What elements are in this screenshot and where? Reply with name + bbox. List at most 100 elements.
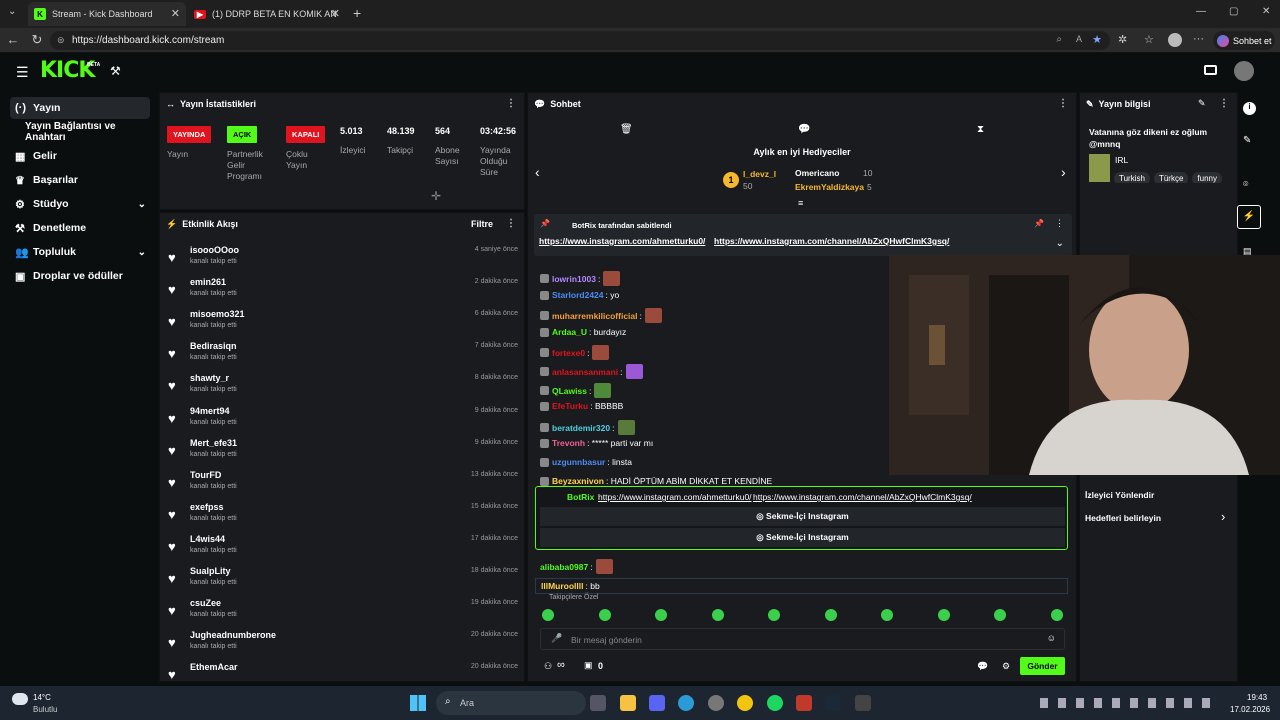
- site-info-icon[interactable]: ⊜: [57, 35, 65, 46]
- sidebar-item-achievements[interactable]: ♛ Başarılar: [10, 169, 150, 191]
- zoom-icon[interactable]: ⌕: [1056, 34, 1062, 45]
- app-icon[interactable]: [855, 695, 871, 711]
- activity-row[interactable]: ♥ SualpLity kanalı takip etti 18 dakika …: [168, 566, 518, 594]
- resize-handle-icon[interactable]: ✛: [431, 189, 441, 203]
- pinned-link-1[interactable]: https://www.instagram.com/ahmetturku0/: [539, 236, 705, 246]
- chat-message[interactable]: Starlord2424: yo: [540, 290, 619, 300]
- pencil-icon[interactable]: ✎: [1243, 135, 1251, 146]
- windows-start-icon[interactable]: [410, 695, 426, 711]
- activity-row[interactable]: ♥ TourFD kanalı takip etti 13 dakika önc…: [168, 470, 518, 498]
- emote-icon[interactable]: [1050, 609, 1063, 621]
- goals-link[interactable]: Hedefleri belirleyin: [1085, 513, 1161, 523]
- new-tab-icon[interactable]: +: [353, 5, 361, 21]
- sidebar-item-revenue[interactable]: ▦ Gelir: [10, 145, 150, 167]
- hourglass-icon[interactable]: ⧗: [977, 124, 984, 135]
- chat-username[interactable]: Beyzaxnivon: [552, 476, 604, 486]
- chat-message[interactable]: EfeTurku: BBBBB: [540, 401, 623, 411]
- tab-kick-dashboard[interactable]: K Stream - Kick Dashboard ✕: [28, 2, 186, 26]
- emote-icon[interactable]: [768, 609, 780, 621]
- activity-user[interactable]: Jugheadnumberone: [190, 630, 276, 640]
- copilot-button[interactable]: Sohbet et: [1213, 31, 1275, 50]
- more-icon[interactable]: ⋮: [506, 218, 516, 229]
- chat-message[interactable]: Ardaa_U: burdayız: [540, 327, 626, 337]
- activity-user[interactable]: misoemo321: [190, 309, 245, 319]
- emote-icon[interactable]: [711, 609, 724, 621]
- activity-user[interactable]: Mert_efe31: [190, 438, 237, 448]
- activity-row[interactable]: ♥ shawty_r kanalı takip etti 8 dakika ön…: [168, 373, 518, 401]
- weather-icon[interactable]: [12, 693, 28, 705]
- activity-row[interactable]: ♥ misoemo321 kanalı takip etti 6 dakika …: [168, 309, 518, 337]
- favorite-star-icon[interactable]: ★: [1092, 33, 1102, 46]
- chat-username[interactable]: beratdemir320: [552, 423, 610, 433]
- chat-message[interactable]: fortexe0:: [540, 345, 610, 360]
- trash-icon[interactable]: 🗑: [620, 124, 633, 135]
- activity-user[interactable]: EthemAcar: [190, 662, 238, 672]
- emote-icon[interactable]: [542, 609, 554, 621]
- activity-row[interactable]: ♥ 94mert94 kanalı takip etti 9 dakika ön…: [168, 406, 518, 434]
- emote-icon[interactable]: [598, 609, 611, 621]
- gift-icon[interactable]: ▣: [584, 660, 593, 671]
- chat-username[interactable]: QLawiss: [552, 386, 587, 396]
- more-icon[interactable]: ⋮: [1219, 98, 1229, 109]
- activity-row[interactable]: ♥ exefpss kanalı takip etti 15 dakika ön…: [168, 502, 518, 530]
- bolt-icon[interactable]: ⚡: [1237, 205, 1261, 229]
- url-field[interactable]: ⊜ https://dashboard.kick.com/stream ⌕ A …: [50, 31, 1110, 50]
- sidebar-item-studio[interactable]: ⚙ Stüdyo ⌄: [10, 193, 150, 215]
- app-icon[interactable]: [796, 695, 812, 711]
- chat-username[interactable]: uzgunnbasur: [552, 457, 605, 467]
- chat-message[interactable]: Trevonh: ***** parti var mı: [540, 438, 653, 448]
- spotify-icon[interactable]: [767, 695, 783, 711]
- app-icon[interactable]: [708, 695, 724, 711]
- chat-username[interactable]: fortexe0: [552, 348, 585, 358]
- discord-icon[interactable]: [649, 695, 665, 711]
- chat-message[interactable]: anlasansanmani:: [540, 364, 643, 379]
- user-avatar[interactable]: [1234, 61, 1254, 81]
- maximize-icon[interactable]: ▢: [1229, 6, 1238, 17]
- activity-row[interactable]: ♥ Mert_efe31 kanalı takip etti 9 dakika …: [168, 438, 518, 466]
- activity-user[interactable]: exefpss: [190, 502, 224, 512]
- close-icon[interactable]: ✕: [171, 7, 180, 20]
- chat-username[interactable]: EfeTurku: [552, 401, 588, 411]
- sidebar-item-community[interactable]: 👥 Topluluk ⌄: [10, 241, 150, 263]
- wallet-icon[interactable]: [1204, 65, 1217, 75]
- activity-user[interactable]: SualpLity: [190, 566, 231, 576]
- pinned-link-2[interactable]: https://www.instagram.com/channel/AbZxQH…: [714, 236, 949, 246]
- chat-username[interactable]: Trevonh: [552, 438, 585, 448]
- favorites-icon[interactable]: ☆: [1144, 33, 1154, 46]
- clock-time[interactable]: 19:43: [1247, 693, 1267, 702]
- activity-row[interactable]: ♥ L4wis44 kanalı takip etti 17 dakika ön…: [168, 534, 518, 562]
- menu-icon[interactable]: ☰: [16, 64, 29, 81]
- emoji-icon[interactable]: ☺: [1047, 633, 1056, 643]
- sidebar-item-moderation[interactable]: ⚒ Denetleme: [10, 217, 150, 239]
- window-close-icon[interactable]: ✕: [1262, 6, 1270, 17]
- users-icon[interactable]: ⚇: [544, 661, 552, 672]
- activity-user[interactable]: TourFD: [190, 470, 221, 480]
- filter-button[interactable]: Filtre: [471, 219, 493, 229]
- clock-date[interactable]: 17.02.2026: [1230, 705, 1270, 714]
- unpin-icon[interactable]: 📌: [1034, 219, 1044, 228]
- chat-username[interactable]: Starlord2424: [552, 290, 604, 300]
- sidebar-item-stream-key[interactable]: Yayın Bağlantısı ve Anahtarı: [10, 121, 157, 143]
- chat-bubble-icon[interactable]: 💬: [798, 124, 810, 135]
- extensions-icon[interactable]: ✲: [1118, 33, 1127, 46]
- chrome-icon[interactable]: [737, 695, 753, 711]
- activity-user[interactable]: shawty_r: [190, 373, 229, 383]
- close-icon[interactable]: ✕: [331, 7, 340, 20]
- task-view-icon[interactable]: [590, 695, 606, 711]
- sidebar-item-drops[interactable]: ▣ Droplar ve ödüller: [10, 265, 150, 287]
- mic-icon[interactable]: 🎤: [551, 633, 562, 644]
- chevron-right-icon[interactable]: ›: [1221, 509, 1225, 524]
- activity-row[interactable]: ♥ EthemAcar 20 dakika önce: [168, 662, 518, 681]
- more-icon[interactable]: ···: [1193, 33, 1204, 45]
- more-icon[interactable]: ⋮: [1055, 218, 1064, 229]
- back-icon[interactable]: ←: [4, 32, 22, 47]
- send-button[interactable]: Gönder: [1020, 657, 1065, 675]
- edge-icon[interactable]: [678, 695, 694, 711]
- expand-icon[interactable]: ≡: [798, 198, 803, 208]
- sidebar-item-stream[interactable]: (·) Yayın: [10, 97, 150, 119]
- emote-icon[interactable]: [824, 609, 837, 621]
- gear-icon[interactable]: ⚙: [1002, 661, 1010, 672]
- tag-chip[interactable]: Turkish: [1114, 172, 1150, 183]
- tag-chip[interactable]: funny: [1192, 172, 1222, 183]
- activity-user[interactable]: csuZee: [190, 598, 221, 608]
